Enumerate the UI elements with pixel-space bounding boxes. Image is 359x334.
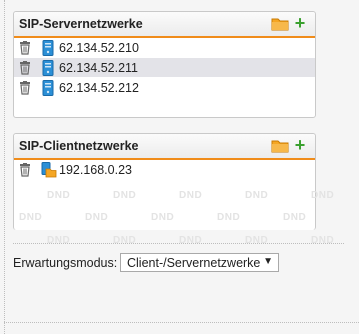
- plus-icon[interactable]: +: [292, 14, 308, 32]
- drop-zone[interactable]: DND DND DND DND DND DND DND DND DND DND DND DND DND D…: [14, 180, 334, 250]
- dnd-watermark: DND: [179, 235, 203, 246]
- dnd-watermark: DND: [113, 235, 137, 246]
- dnd-watermark: DND: [217, 212, 241, 223]
- dnd-watermark: DND: [311, 190, 335, 201]
- dnd-watermark: DND: [245, 190, 269, 201]
- server-networks-panel: SIP-Servernetzwerke + 62.134.52.210 62.13…: [13, 11, 316, 118]
- list-item[interactable]: 192.168.0.23: [14, 160, 315, 180]
- trash-icon[interactable]: [19, 61, 31, 75]
- list-item[interactable]: 62.134.52.212: [14, 78, 315, 98]
- network-address: 62.134.52.212: [59, 81, 139, 95]
- server-panel-title: SIP-Servernetzwerke: [19, 17, 143, 31]
- dnd-watermark: DND: [47, 190, 71, 201]
- folder-icon[interactable]: [271, 17, 289, 31]
- network-address: 62.134.52.210: [59, 41, 139, 55]
- client-list: 192.168.0.23: [14, 160, 315, 180]
- dnd-watermark: DND: [179, 190, 203, 201]
- mode-label: Erwartungsmodus:: [13, 256, 118, 270]
- client-icon: [41, 162, 57, 178]
- client-panel-title: SIP-Clientnetzwerke: [19, 139, 139, 153]
- dnd-watermark: DND: [113, 190, 137, 201]
- dnd-watermark: DND: [283, 212, 307, 223]
- dnd-watermark: DND: [311, 235, 335, 246]
- divider: [13, 243, 344, 244]
- server-panel-header: SIP-Servernetzwerke +: [14, 12, 315, 38]
- server-icon: [41, 60, 55, 76]
- list-item[interactable]: 62.134.52.211: [14, 58, 315, 78]
- server-icon: [41, 80, 55, 96]
- mode-select-value: Client-/Servernetzwerke: [127, 256, 261, 270]
- dnd-watermark: DND: [19, 212, 43, 223]
- bottom-frame: [4, 322, 359, 323]
- client-networks-panel: SIP-Clientnetzwerke + 192.168.0.23 DND DN…: [13, 133, 334, 246]
- network-address: 192.168.0.23: [59, 163, 132, 177]
- list-item[interactable]: 62.134.52.210: [14, 38, 315, 58]
- dnd-watermark: DND: [85, 212, 109, 223]
- server-list: 62.134.52.210 62.134.52.211 62.134.52.212: [14, 38, 315, 98]
- trash-icon[interactable]: [19, 81, 31, 95]
- dnd-watermark: DND: [151, 212, 175, 223]
- trash-icon[interactable]: [19, 41, 31, 55]
- mode-select[interactable]: Client-/Servernetzwerke ▼: [120, 253, 279, 272]
- plus-icon[interactable]: +: [292, 136, 308, 154]
- chevron-down-icon: ▼: [263, 256, 273, 267]
- folder-icon[interactable]: [271, 139, 289, 153]
- trash-icon[interactable]: [19, 163, 31, 177]
- network-address: 62.134.52.211: [59, 61, 139, 75]
- client-panel-header: SIP-Clientnetzwerke +: [14, 134, 315, 160]
- dnd-watermark: DND: [245, 235, 269, 246]
- dnd-watermark: DND: [47, 235, 71, 246]
- server-icon: [41, 40, 55, 56]
